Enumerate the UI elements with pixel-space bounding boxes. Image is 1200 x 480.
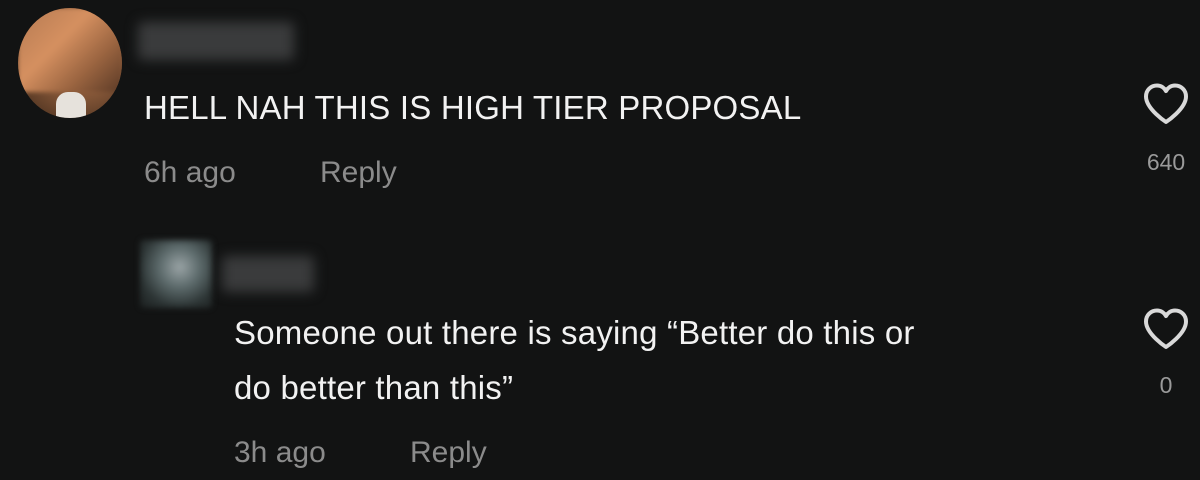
heart-outline-icon[interactable]	[1142, 82, 1190, 126]
reply-button[interactable]: Reply	[410, 436, 487, 470]
like-count: 0	[1159, 372, 1173, 398]
like-count: 640	[1146, 149, 1186, 175]
avatar[interactable]	[18, 8, 122, 118]
avatar[interactable]	[140, 240, 212, 308]
username-redacted[interactable]	[138, 22, 294, 60]
comment-text-line: do better than this”	[234, 369, 514, 406]
comment-text: Someone out there is saying “Better do t…	[234, 305, 915, 415]
heart-outline-icon[interactable]	[1142, 307, 1190, 351]
avatar-shirt	[56, 92, 86, 118]
comment-timestamp: 6h ago	[144, 156, 236, 189]
username-redacted[interactable]	[222, 256, 314, 292]
comment-text: HELL NAH THIS IS HIGH TIER PROPOSAL	[144, 89, 802, 126]
comment-timestamp: 3h ago	[234, 436, 326, 469]
reply-button[interactable]: Reply	[320, 156, 397, 190]
avatar-image	[18, 8, 122, 92]
comment-text-line: Someone out there is saying “Better do t…	[234, 314, 915, 351]
